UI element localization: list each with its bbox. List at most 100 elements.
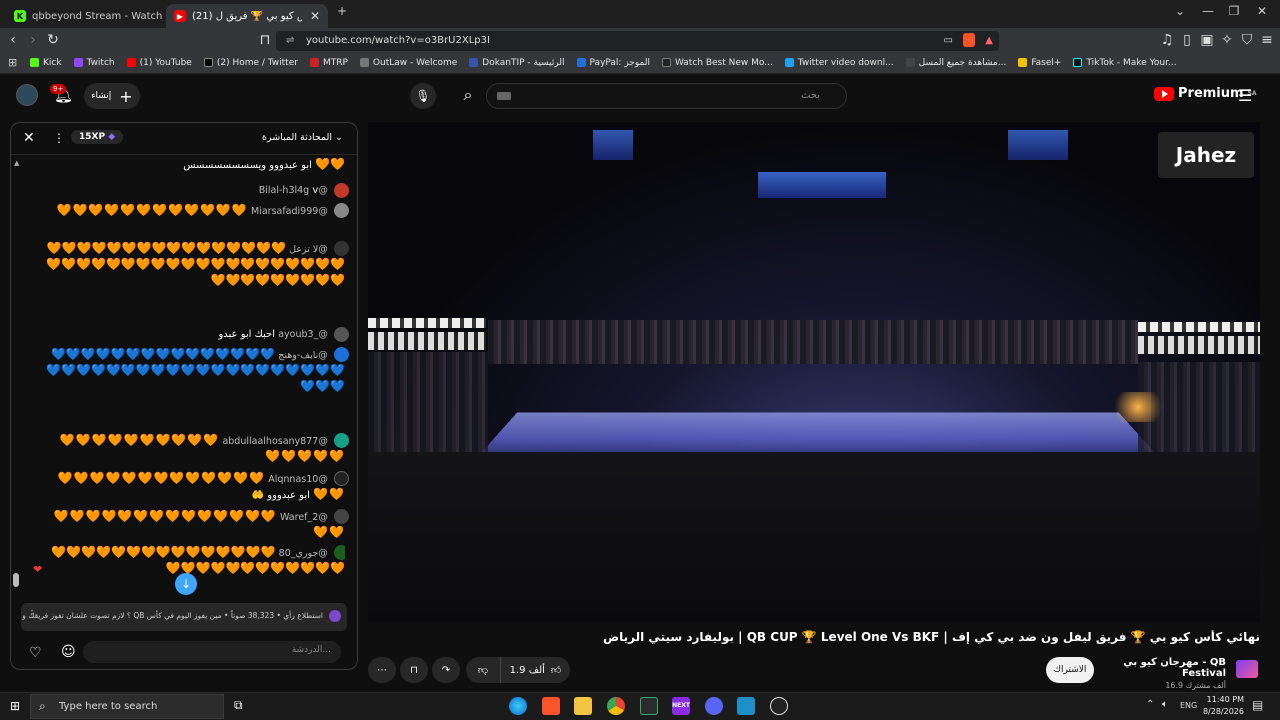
- subscribe-button[interactable]: الاشتراك: [1046, 657, 1094, 683]
- restore-icon[interactable]: ❐: [1222, 4, 1246, 18]
- bookmark-twitter[interactable]: (2) Home / Twitter: [203, 58, 298, 68]
- dislike-button[interactable]: 👎︎: [466, 657, 500, 683]
- avatar[interactable]: [334, 183, 349, 198]
- chat-mode-dropdown[interactable]: المحادثة المباشرة ⌄: [262, 132, 343, 143]
- bookmark-kick[interactable]: Kick: [30, 58, 62, 68]
- chat-username[interactable]: @جوري_80: [279, 548, 328, 559]
- bookmark-outlaw[interactable]: OutLaw - Welcome: [359, 58, 457, 68]
- address-bar[interactable]: ⇌ youtube.com/watch?v=o3BrU2XLp3I ▭ ▲: [276, 31, 999, 51]
- system-clock[interactable]: 11:40 PM 8/28/2026: [1196, 694, 1244, 718]
- avatar[interactable]: [334, 509, 349, 524]
- bookmark-twitter-downloader[interactable]: Twitter video downl...: [784, 58, 894, 68]
- vpn-icon[interactable]: ⛉: [1238, 31, 1256, 49]
- bookmark-fasel[interactable]: Fasel+: [1018, 58, 1061, 68]
- bookmark-youtube[interactable]: (1) YouTube: [126, 58, 192, 68]
- like-button[interactable]: 1.9 ألف 👍︎: [500, 657, 570, 683]
- forward-icon[interactable]: ›: [24, 31, 42, 49]
- app-icon[interactable]: [640, 697, 658, 715]
- menu-icon[interactable]: ≡: [1258, 31, 1276, 49]
- avatar[interactable]: [334, 327, 349, 342]
- tab-youtube-active[interactable]: ▶ (21) نهائي كأس كيو بي 🏆 فريق ل ✕: [166, 4, 328, 28]
- chat-username[interactable]: @_ayoub3: [278, 329, 328, 340]
- reload-icon[interactable]: ↻: [44, 31, 62, 49]
- guide-menu-icon[interactable]: ☰: [1238, 86, 1252, 105]
- channel-avatar[interactable]: [1236, 660, 1258, 678]
- create-button[interactable]: إنشاء +: [84, 83, 140, 109]
- chat-username[interactable]: @نايف-وهنج: [278, 350, 328, 361]
- bookmark-dokantip[interactable]: DokanTIP - الرئيسية: [469, 58, 565, 68]
- avatar[interactable]: [334, 241, 349, 256]
- emoji-icon[interactable]: ☺: [61, 644, 76, 660]
- scroll-to-bottom-button[interactable]: ↓: [175, 573, 197, 595]
- notifications-icon[interactable]: ▤: [1252, 698, 1263, 712]
- voice-search-mic-icon[interactable]: 🎙︎: [410, 83, 436, 109]
- app-window-icon[interactable]: [737, 697, 755, 715]
- channel-name[interactable]: مهرجان كيو بي - QB Festival: [1100, 657, 1226, 679]
- avatar[interactable]: [334, 545, 345, 560]
- windows-start-icon[interactable]: ⊞: [10, 699, 20, 713]
- chat-username[interactable]: @Bilal-h3l4g: [259, 185, 328, 196]
- sidebar-icon[interactable]: ▯: [1178, 31, 1196, 49]
- back-icon[interactable]: ‹: [4, 31, 22, 49]
- brave-rewards-icon[interactable]: ▲: [985, 31, 993, 51]
- wallet-icon[interactable]: ▣: [1198, 31, 1216, 49]
- search-icon[interactable]: ⌕: [452, 83, 484, 109]
- bookmark-paypal[interactable]: PayPal: الموجز: [576, 58, 650, 68]
- taskbar-search-input[interactable]: ⌕ Type here to search: [30, 694, 224, 719]
- brave-shields-icon[interactable]: [963, 33, 975, 47]
- chat-username[interactable]: @Waref_2: [280, 512, 328, 523]
- discord-icon[interactable]: [705, 697, 723, 715]
- account-avatar[interactable]: [16, 84, 38, 106]
- obs-icon[interactable]: [770, 697, 788, 715]
- tab-qbbeyond[interactable]: K qbbeyond Stream - Watch Live o: [6, 4, 162, 28]
- cast-icon[interactable]: ▭: [944, 31, 953, 51]
- avatar[interactable]: [334, 347, 349, 362]
- close-window-icon[interactable]: ✕: [1250, 4, 1274, 18]
- bookmark-icon[interactable]: ⊓: [256, 31, 274, 49]
- save-button[interactable]: ⊓: [400, 657, 428, 683]
- chat-username[interactable]: @لا تزعل: [289, 244, 328, 255]
- minimize-icon[interactable]: —: [1196, 4, 1220, 18]
- language-indicator[interactable]: ENG: [1180, 701, 1197, 710]
- bookmark-watch-movies[interactable]: Watch Best New Mo...: [661, 58, 773, 68]
- task-view-icon[interactable]: ⧉: [234, 698, 243, 713]
- poll-options-icon[interactable]: ⋮: [27, 609, 37, 620]
- scroll-up-icon[interactable]: ▲: [14, 159, 19, 167]
- search-input[interactable]: بحث: [486, 83, 847, 109]
- chat-username[interactable]: @Miarsafadi999: [251, 206, 328, 217]
- avatar[interactable]: [334, 203, 349, 218]
- bookmark-mtrp[interactable]: MTRP: [309, 58, 348, 68]
- close-tab-icon[interactable]: ✕: [310, 9, 320, 23]
- file-explorer-icon[interactable]: [574, 697, 592, 715]
- chat-username[interactable]: @abdullaalhosany877: [222, 436, 327, 447]
- chat-options-icon[interactable]: ⋮: [53, 131, 65, 145]
- share-button[interactable]: ↷: [432, 657, 460, 683]
- site-info-icon[interactable]: ⇌: [286, 31, 294, 51]
- video-player[interactable]: Jahez: [368, 122, 1260, 622]
- avatar[interactable]: [334, 471, 349, 486]
- more-actions-button[interactable]: ⋯: [368, 657, 396, 683]
- bookmark-tiktok[interactable]: TikTok - Make Your...: [1073, 58, 1177, 68]
- media-icon[interactable]: ♫: [1158, 31, 1176, 49]
- poll-banner[interactable]: استطلاع رأي • 38,323 صوتاً • مين يفوز ال…: [21, 603, 347, 631]
- volume-icon[interactable]: 🔈︎: [1162, 699, 1168, 710]
- next-app-icon[interactable]: NEXT: [672, 697, 690, 715]
- leo-ai-icon[interactable]: ✧: [1218, 31, 1236, 49]
- avatar[interactable]: [334, 433, 349, 448]
- keyboard-icon[interactable]: [497, 92, 511, 100]
- chat-scrollbar[interactable]: [13, 573, 19, 587]
- tab-search-icon[interactable]: ⌄: [1168, 4, 1192, 18]
- xp-badge[interactable]: 15XP ◆: [71, 130, 124, 144]
- close-chat-icon[interactable]: ✕: [23, 130, 35, 146]
- new-tab-button[interactable]: +: [330, 4, 354, 18]
- chat-input[interactable]: الدردشة...: [83, 641, 341, 663]
- apps-grid-icon[interactable]: ⊞: [8, 56, 17, 69]
- edge-icon[interactable]: [509, 697, 527, 715]
- tray-chevron-icon[interactable]: ⌃: [1146, 699, 1154, 710]
- heart-reaction-icon[interactable]: ♡: [29, 645, 42, 661]
- bookmark-twitch[interactable]: Twitch: [73, 58, 115, 68]
- brave-icon[interactable]: [542, 697, 560, 715]
- bookmark-series[interactable]: مشاهدة جميع المسل...: [905, 58, 1006, 68]
- chat-username[interactable]: @Alqnnas10: [268, 474, 328, 485]
- chrome-icon[interactable]: [607, 697, 625, 715]
